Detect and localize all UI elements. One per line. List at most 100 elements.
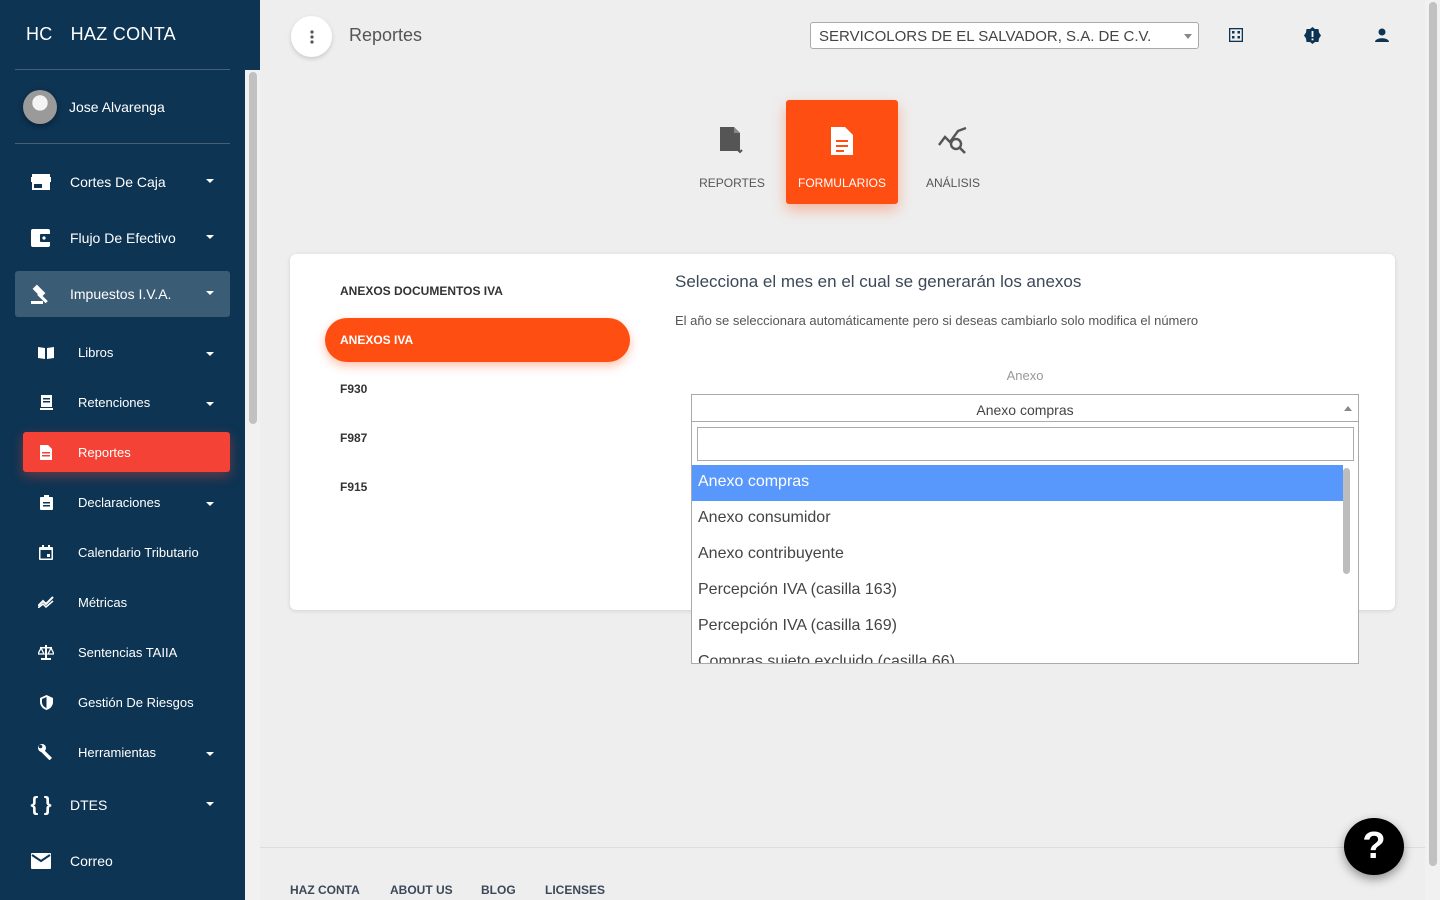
mail-icon xyxy=(30,850,52,872)
gavel-icon xyxy=(30,283,52,305)
help-button[interactable]: ? xyxy=(1344,818,1404,875)
app-name: HAZ CONTA xyxy=(70,24,176,44)
sidebar-subitem-label: Retenciones xyxy=(78,394,151,410)
anexo-dropdown-scrollbar[interactable] xyxy=(1343,468,1350,574)
query-stats-icon xyxy=(938,126,968,156)
caret-down-icon xyxy=(206,802,214,806)
sidebar-subitem-metricas[interactable]: Métricas xyxy=(23,582,230,622)
tab-analisis[interactable]: ANÁLISIS xyxy=(897,100,1009,204)
dots-vertical-icon xyxy=(309,29,314,44)
shield-icon xyxy=(38,694,54,710)
store-icon xyxy=(30,171,52,193)
footer-divider xyxy=(260,847,1425,848)
anexo-option[interactable]: Percepción IVA (casilla 163) xyxy=(692,573,1343,609)
footer-link-blog[interactable]: BLOG xyxy=(481,883,516,897)
user-profile[interactable]: Jose Alvarenga xyxy=(23,90,165,124)
sidebar-subitem-calendario-tributario[interactable]: Calendario Tributario xyxy=(23,532,230,572)
more-menu-button[interactable] xyxy=(291,16,332,57)
sidebar-item-cortes-de-caja[interactable]: Cortes De Caja xyxy=(15,159,230,205)
anexo-search-input[interactable] xyxy=(697,427,1354,461)
form-item-f930[interactable]: F930 xyxy=(325,367,630,411)
form-item-f987[interactable]: F987 xyxy=(325,416,630,460)
page-title: Reportes xyxy=(349,25,423,45)
anexo-option[interactable]: Compras sujeto excluido (casilla 66) xyxy=(692,645,1343,663)
footer-link-haz-conta[interactable]: HAZ CONTA xyxy=(290,883,360,897)
sidebar-item-label: Flujo De Efectivo xyxy=(70,230,176,246)
footer-link-licenses[interactable]: LICENSES xyxy=(545,883,605,897)
building-icon[interactable] xyxy=(1227,26,1245,44)
tab-label: ANÁLISIS xyxy=(925,176,981,190)
form-item-anexos-documentos-iva[interactable]: ANEXOS DOCUMENTOS IVA xyxy=(325,269,630,313)
receipt-icon xyxy=(38,394,54,410)
clipboard-icon xyxy=(38,494,54,510)
sidebar-subitem-label: Sentencias TAIIA xyxy=(78,644,178,660)
calendar-icon xyxy=(38,544,54,560)
sidebar-divider xyxy=(15,69,230,70)
company-select[interactable]: SERVICOLORS DE EL SALVADOR, S.A. DE C.V. xyxy=(810,22,1199,49)
sidebar-subitem-label: Reportes xyxy=(78,444,131,460)
book-open-icon xyxy=(38,344,54,360)
tab-formularios[interactable]: FORMULARIOS xyxy=(786,100,898,204)
sidebar-item-impuestos-iva[interactable]: Impuestos I.V.A. xyxy=(15,271,230,317)
company-select-value: SERVICOLORS DE EL SALVADOR, S.A. DE C.V. xyxy=(819,28,1152,45)
anexo-select-value: Anexo compras xyxy=(976,402,1074,418)
sidebar-subitem-herramientas[interactable]: Herramientas xyxy=(23,732,230,772)
alert-badge-icon[interactable] xyxy=(1303,26,1321,44)
person-icon[interactable] xyxy=(1373,26,1391,44)
caret-down-icon xyxy=(206,402,214,406)
anexo-field-label: Anexo xyxy=(1006,368,1044,383)
sidebar-item-label: Impuestos I.V.A. xyxy=(70,286,172,302)
anexo-option[interactable]: Percepción IVA (casilla 169) xyxy=(692,609,1343,645)
sidebar-item-dtes[interactable]: { } DTES xyxy=(15,782,230,828)
sidebar-subitem-label: Gestión De Riesgos xyxy=(78,694,194,710)
anexo-select[interactable]: Anexo compras xyxy=(691,394,1359,422)
sidebar-subitem-retenciones[interactable]: Retenciones xyxy=(23,382,230,422)
caret-down-icon xyxy=(206,235,214,239)
footer-link-about-us[interactable]: ABOUT US xyxy=(390,883,453,897)
wrench-icon xyxy=(38,744,54,760)
caret-down-icon xyxy=(206,352,214,356)
wallet-icon xyxy=(30,227,52,249)
sidebar-subitem-libros[interactable]: Libros xyxy=(23,332,230,372)
tab-label: REPORTES xyxy=(699,176,765,190)
sidebar-subitem-reportes[interactable]: Reportes xyxy=(23,432,230,472)
sidebar-subitem-label: Métricas xyxy=(78,594,128,610)
sidebar-scrollbar-thumb[interactable] xyxy=(249,72,257,424)
caret-down-icon xyxy=(206,752,214,756)
app-logo[interactable]: HC HAZ CONTA xyxy=(26,24,176,45)
sidebar: HC HAZ CONTA Jose Alvarenga Cortes De Ca… xyxy=(0,0,260,900)
tab-label: FORMULARIOS xyxy=(797,176,886,190)
tab-reportes[interactable]: REPORTES xyxy=(676,100,788,204)
document-icon xyxy=(38,444,54,460)
form-item-f915[interactable]: F915 xyxy=(325,465,630,509)
sidebar-subitem-sentencias-taiia[interactable]: Sentencias TAIIA xyxy=(23,632,230,672)
document-icon xyxy=(827,126,857,156)
sidebar-item-label: Cortes De Caja xyxy=(70,174,166,190)
scale-icon xyxy=(38,644,54,660)
anexo-option[interactable]: Anexo consumidor xyxy=(692,501,1343,537)
sidebar-subitem-label: Libros xyxy=(78,344,114,360)
avatar xyxy=(23,90,57,124)
form-item-anexos-iva[interactable]: ANEXOS IVA xyxy=(325,318,630,362)
anexo-option[interactable]: Anexo contribuyente xyxy=(692,537,1343,573)
app-abbr: HC xyxy=(26,24,53,44)
trend-chart-icon xyxy=(38,594,54,610)
page-scrollbar-thumb[interactable] xyxy=(1429,2,1437,866)
sidebar-subitem-declaraciones[interactable]: Declaraciones xyxy=(23,482,230,522)
sidebar-divider xyxy=(15,143,230,144)
file-chart-icon xyxy=(717,126,747,156)
form-title: Selecciona el mes en el cual se generará… xyxy=(675,272,1082,291)
user-name: Jose Alvarenga xyxy=(69,99,165,115)
anexo-options-list: Anexo compras Anexo consumidor Anexo con… xyxy=(692,465,1343,663)
sidebar-subitem-gestion-de-riesgos[interactable]: Gestión De Riesgos xyxy=(23,682,230,722)
caret-down-icon xyxy=(206,291,214,295)
anexo-option[interactable]: Anexo compras xyxy=(692,465,1343,501)
sidebar-item-correo[interactable]: Correo xyxy=(15,838,230,884)
caret-down-icon xyxy=(206,502,214,506)
sidebar-item-label: DTES xyxy=(70,797,108,813)
dropdown-arrow-icon xyxy=(1184,34,1192,39)
sidebar-item-label: Correo xyxy=(70,853,113,869)
sidebar-subitem-label: Calendario Tributario xyxy=(78,544,199,560)
code-braces-icon: { } xyxy=(30,793,52,816)
sidebar-item-flujo-de-efectivo[interactable]: Flujo De Efectivo xyxy=(15,215,230,261)
